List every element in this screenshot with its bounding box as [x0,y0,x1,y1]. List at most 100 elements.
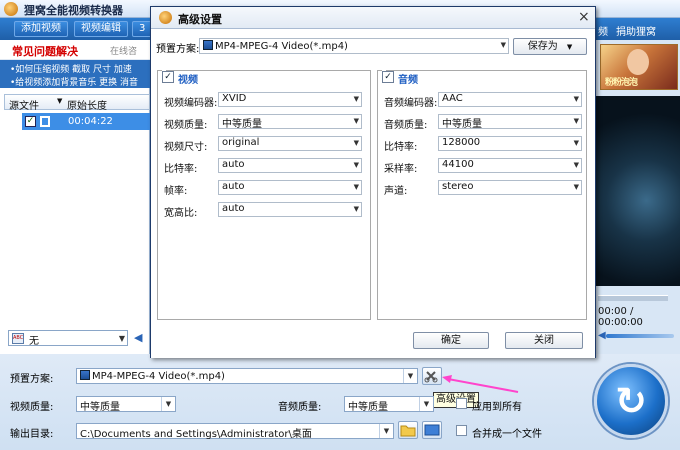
save-as-button[interactable]: 保存为 ▼ [513,38,587,55]
video-size-label: 视频尺寸: [164,142,208,153]
chevron-down-icon: ▼ [353,205,359,213]
video-enable-checkbox[interactable]: ✓ [162,71,174,83]
faq-link-compress[interactable]: •如何压缩视频 截取 尺寸 加速 [10,62,132,75]
audio-quality-select[interactable]: 中等质量 ▼ [438,114,582,130]
close-icon[interactable]: × [578,9,590,25]
chevron-down-icon: ▼ [353,183,359,191]
file-list-panel: 常见问题解决 在线咨 •如何压缩视频 截取 尺寸 加速 •给视频添加背景音乐 更… [0,40,150,354]
video-preview [596,96,680,286]
chevron-down-icon: ▼ [500,41,506,49]
subtitle-value: 无 [29,336,39,347]
video-size-value: original [222,137,260,148]
output-dir-select[interactable]: C:\Documents and Settings\Administrator\… [76,423,394,440]
prev-icon[interactable]: ◀ [134,331,142,344]
video-quality-label: 视频质量: [10,402,54,413]
convert-button[interactable]: ↻ [594,364,668,438]
speaker-icon[interactable]: ◀ [598,330,606,341]
chevron-down-icon: ▼ [353,117,359,125]
chevron-down-icon: ▼ [353,139,359,147]
sample-rate-label: 采样率: [384,164,418,175]
advanced-settings-button[interactable] [422,367,442,385]
merge-label: 合并成一个文件 [472,429,542,440]
chevron-down-icon: ▼ [118,334,125,343]
chevron-down-icon: ▼ [353,95,359,103]
file-duration: 00:04:22 [68,116,113,127]
ad-banner[interactable]: 粉粉泡泡 [600,44,678,90]
dialog-title-bar[interactable]: 高级设置 × [151,7,595,29]
volume-control[interactable]: ◀ [598,330,676,342]
subtitle-bar: ABC 无 ▼ ◀ [4,328,150,348]
save-as-label: 保存为 [527,41,558,52]
merge-checkbox[interactable] [456,425,467,436]
add-video-button[interactable]: 添加视频 [14,21,68,37]
file-list-header: 源文件 ▼ 原始长度 [4,94,150,112]
playback-progress-bar[interactable] [598,295,668,301]
dialog-preset-value: MP4-MPEG-4 Video(*.mp4) [215,41,348,52]
subtitle-select[interactable]: ABC 无 ▼ [8,330,128,347]
sample-rate-select[interactable]: 44100 ▼ [438,158,582,173]
channels-select[interactable]: stereo ▼ [438,180,582,195]
video-bitrate-label: 比特率: [164,164,198,175]
video-quality-select[interactable]: 中等质量 ▼ [76,396,176,413]
faq-link-music[interactable]: •给视频添加背景音乐 更换 消音 [10,75,138,88]
menu-link-donate[interactable]: 捐助狸窝 [616,23,656,38]
file-row[interactable]: ✓ 00:04:22 [22,113,150,130]
open-folder-button[interactable] [422,421,442,439]
ok-button[interactable]: 确定 [413,332,489,349]
faq-title[interactable]: 常见问题解决 [12,43,78,59]
aspect-ratio-select[interactable]: auto ▼ [218,202,362,217]
chevron-down-icon: ▼ [573,139,579,147]
app-logo-icon [4,2,18,16]
video-settings-group: ✓ 视频 视频编码器: XVID ▼ 视频质量: 中等质量 ▼ 视频尺寸: orig… [157,70,371,320]
browse-folder-button[interactable] [398,421,418,439]
advanced-settings-dialog: 高级设置 × 预置方案: MP4-MPEG-4 Video(*.mp4) ▼ 保… [150,6,596,358]
frame-rate-select[interactable]: auto ▼ [218,180,362,195]
audio-quality-label: 音频质量: [384,120,428,131]
dialog-preset-select[interactable]: MP4-MPEG-4 Video(*.mp4) ▼ [199,38,509,54]
video-bitrate-value: auto [222,159,245,170]
video-group-header: ✓ 视频 [162,70,198,86]
audio-quality-label: 音频质量: [278,402,322,413]
column-original-length[interactable]: 原始长度 [67,97,107,112]
output-dir-value: C:\Documents and Settings\Administrator\… [80,429,312,440]
chevron-down-icon: ▼ [379,424,393,438]
video-quality-value: 中等质量 [80,402,120,413]
app-title: 狸窝全能视频转换器 [24,4,123,17]
preset-label: 预置方案: [10,374,54,385]
ad-face-icon [627,49,649,75]
audio-codec-value: AAC [442,93,463,104]
audio-codec-label: 音频编码器: [384,98,438,109]
video-quality-select[interactable]: 中等质量 ▼ [218,114,362,130]
chevron-down-icon: ▼ [419,397,433,411]
file-row-checkbox[interactable]: ✓ [25,116,36,127]
audio-group-header: ✓ 音频 [382,70,418,86]
faq-online-link[interactable]: 在线咨 [110,44,137,57]
column-source-file[interactable]: 源文件 [9,97,39,112]
audio-codec-select[interactable]: AAC ▼ [438,92,582,107]
audio-bitrate-select[interactable]: 128000 ▼ [438,136,582,151]
menu-link-video[interactable]: 频 [598,23,608,38]
preset-select[interactable]: MP4-MPEG-4 Video(*.mp4) ▼ [76,368,418,384]
chevron-down-icon: ▼ [573,117,579,125]
preset-value: MP4-MPEG-4 Video(*.mp4) [92,371,225,382]
apply-all-checkbox[interactable] [456,398,467,409]
video-edit-button[interactable]: 视频编辑 [74,21,128,37]
video-group-title: 视频 [178,75,198,86]
frame-rate-value: auto [222,181,245,192]
video-bitrate-select[interactable]: auto ▼ [218,158,362,173]
mp4-format-icon [203,40,213,50]
audio-quality-select[interactable]: 中等质量 ▼ [344,396,434,413]
audio-enable-checkbox[interactable]: ✓ [382,71,394,83]
close-button[interactable]: 关闭 [505,332,583,349]
folder-icon [400,425,416,437]
aspect-ratio-label: 宽高比: [164,208,198,219]
video-codec-select[interactable]: XVID ▼ [218,92,362,107]
audio-quality-value: 中等质量 [442,119,482,130]
audio-bitrate-label: 比特率: [384,142,418,153]
audio-settings-group: ✓ 音频 音频编码器: AAC ▼ 音频质量: 中等质量 ▼ 比特率: 128000… [377,70,587,320]
refresh-arrow-icon: ↻ [615,379,647,423]
sample-rate-value: 44100 [442,159,474,170]
film-icon [40,116,50,127]
volume-slider[interactable] [606,334,674,338]
video-size-select[interactable]: original ▼ [218,136,362,151]
